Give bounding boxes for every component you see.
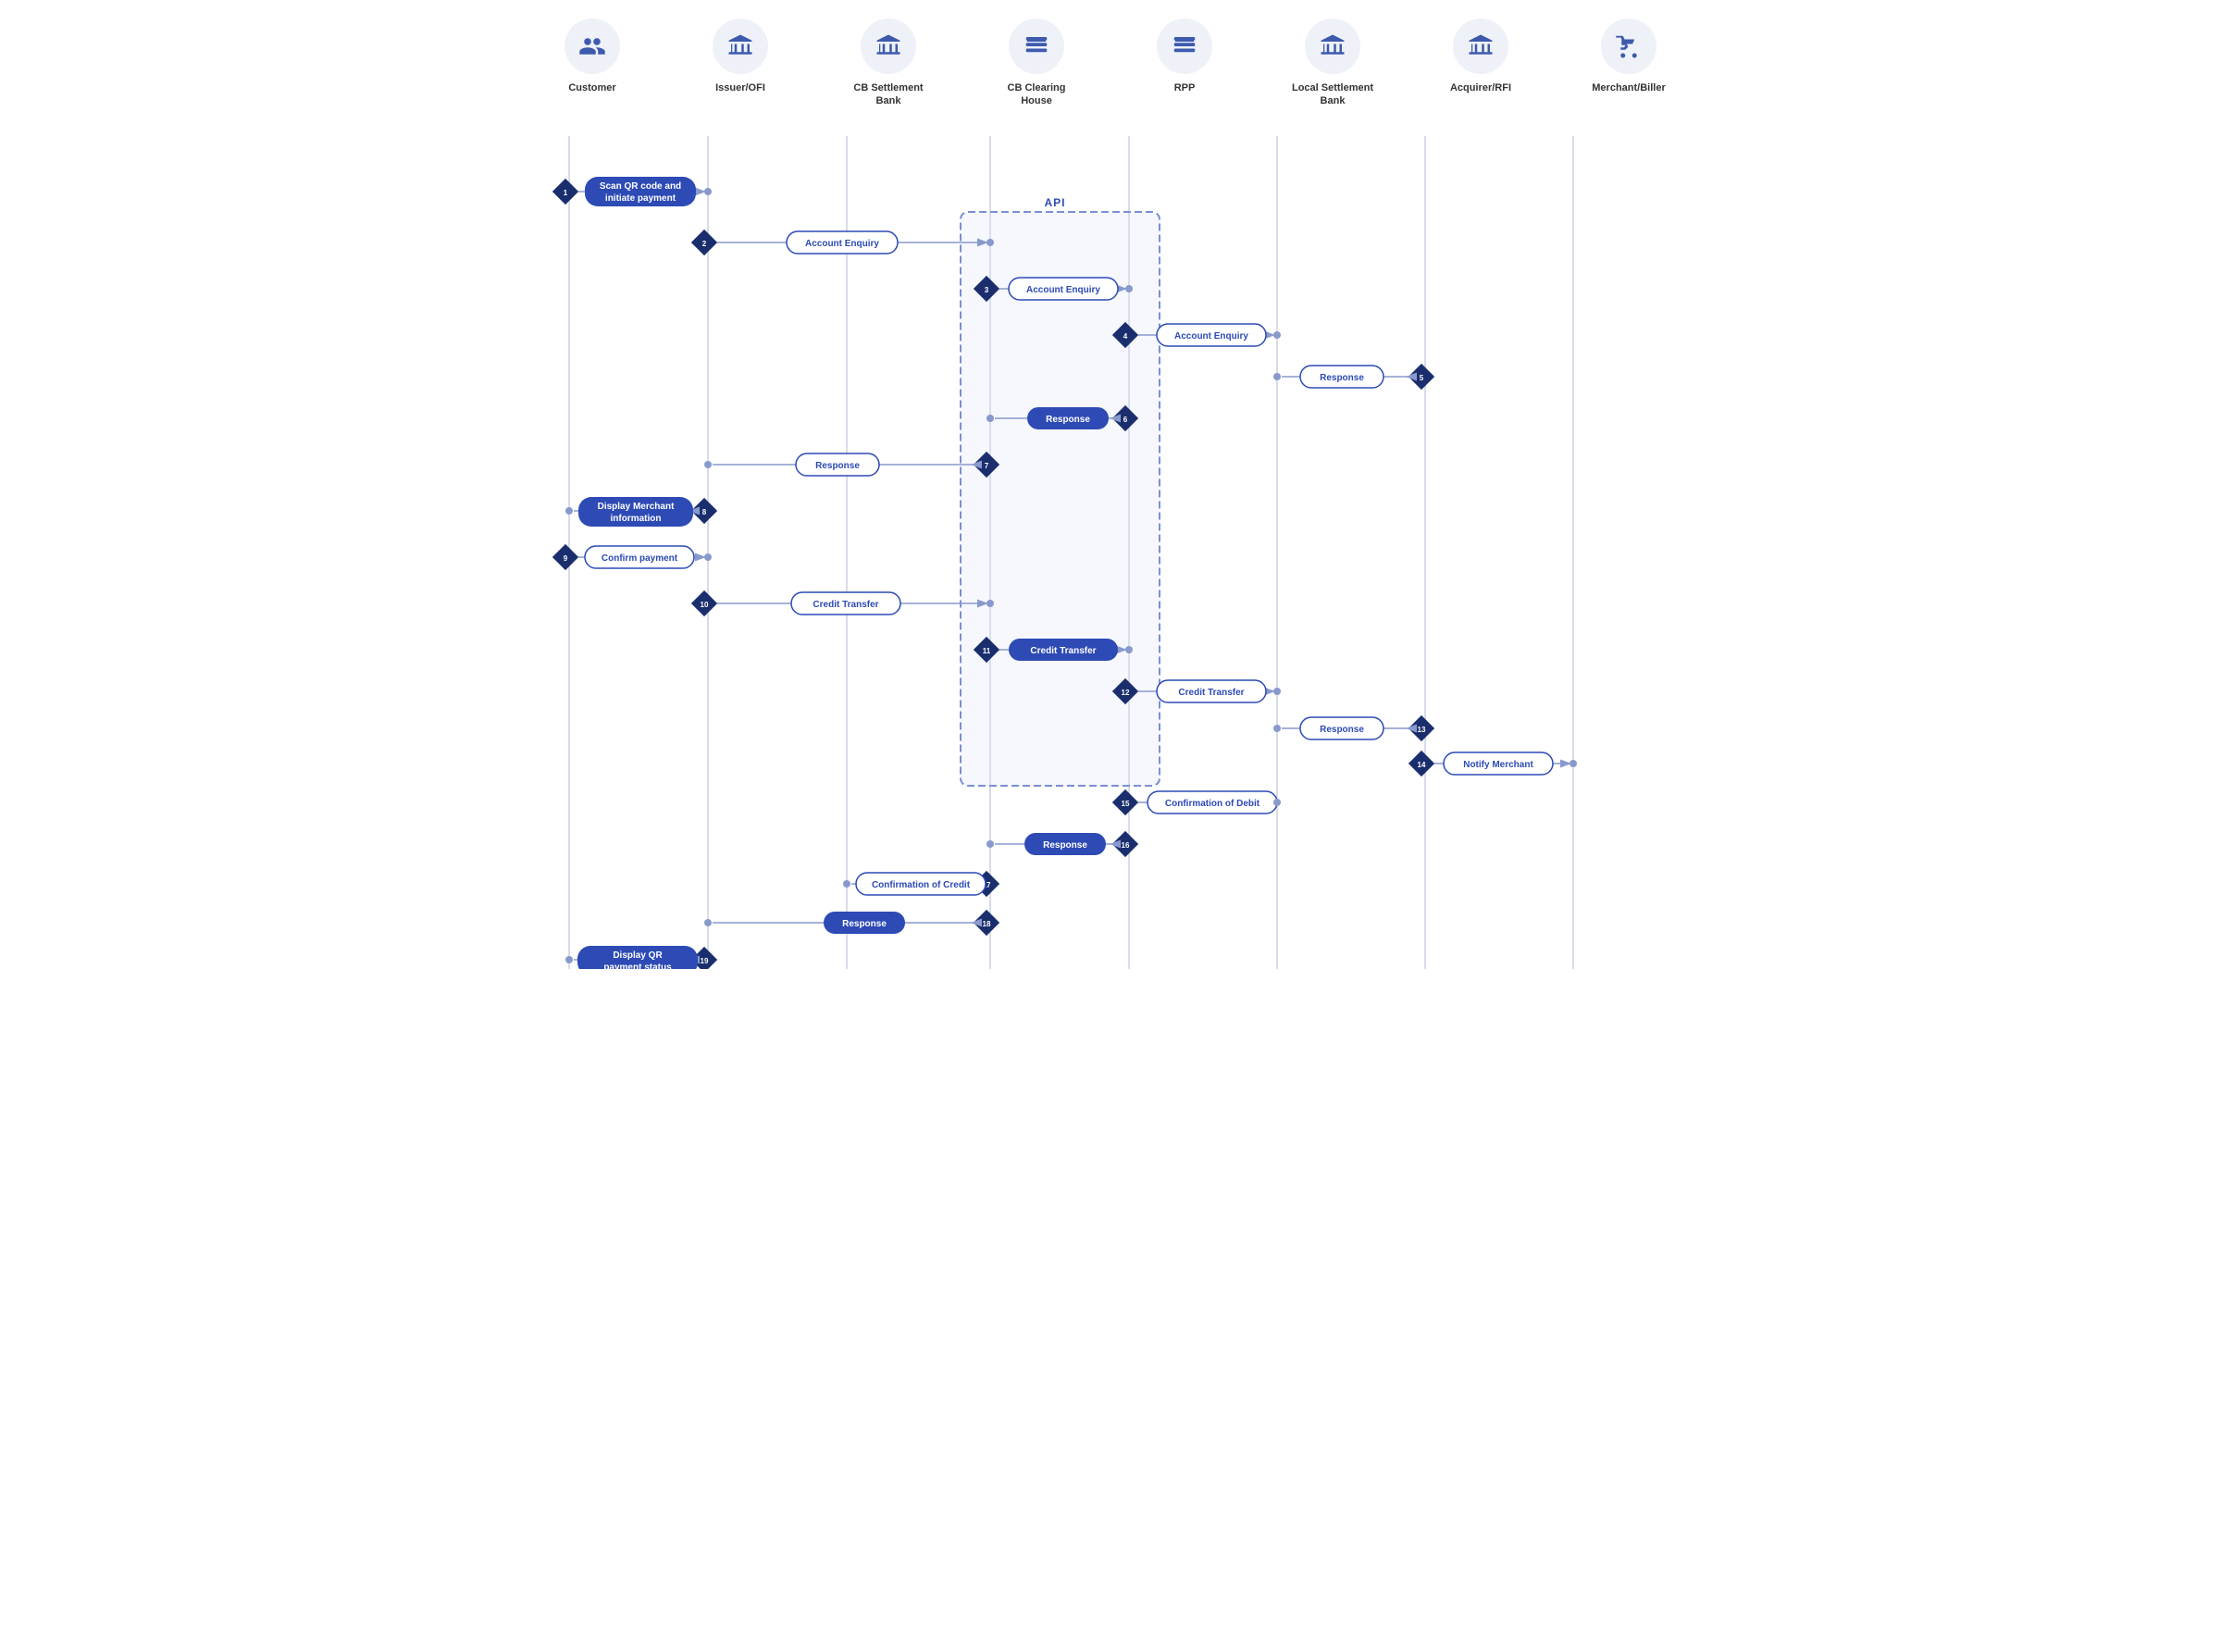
rpp-label: RPP bbox=[1174, 81, 1196, 94]
merchant-icon bbox=[1601, 19, 1656, 74]
cb-settlement-label: CB SettlementBank bbox=[853, 81, 923, 108]
customer-label: Customer bbox=[568, 81, 615, 94]
local-settlement-icon bbox=[1305, 19, 1360, 74]
svg-text:Display QR: Display QR bbox=[613, 950, 663, 961]
issuer-label: Issuer/OFI bbox=[715, 81, 765, 94]
svg-text:19: 19 bbox=[701, 957, 709, 965]
svg-text:Account Enquiry: Account Enquiry bbox=[1026, 285, 1100, 295]
actor-cb-clearing: CB ClearingHouse bbox=[981, 19, 1092, 108]
svg-text:Response: Response bbox=[842, 919, 887, 929]
svg-text:Response: Response bbox=[1043, 840, 1087, 851]
acquirer-label: Acquirer/RFI bbox=[1450, 81, 1511, 94]
svg-text:Credit Transfer: Credit Transfer bbox=[1030, 646, 1096, 656]
actor-issuer: Issuer/OFI bbox=[685, 19, 796, 94]
svg-text:Response: Response bbox=[1320, 373, 1364, 383]
svg-text:16: 16 bbox=[1122, 841, 1130, 850]
svg-text:1: 1 bbox=[564, 189, 568, 197]
svg-text:6: 6 bbox=[1123, 416, 1128, 424]
actors-row: Customer Issuer/OFI CB SettlementBank bbox=[509, 19, 1712, 108]
cb-settlement-icon bbox=[861, 19, 916, 74]
cb-clearing-label: CB ClearingHouse bbox=[1008, 81, 1066, 108]
svg-text:2: 2 bbox=[702, 240, 707, 248]
svg-text:Account Enquiry: Account Enquiry bbox=[805, 239, 879, 249]
svg-text:initiate payment: initiate payment bbox=[605, 193, 676, 204]
cb-clearing-icon bbox=[1009, 19, 1064, 74]
svg-text:11: 11 bbox=[983, 647, 991, 655]
actor-rpp: RPP bbox=[1129, 19, 1240, 94]
svg-text:8: 8 bbox=[702, 508, 707, 516]
svg-text:Credit Transfer: Credit Transfer bbox=[813, 600, 878, 610]
svg-text:payment status: payment status bbox=[603, 963, 672, 969]
svg-text:12: 12 bbox=[1122, 689, 1130, 697]
svg-text:Confirmation of Debit: Confirmation of Debit bbox=[1165, 799, 1260, 809]
actor-merchant: Merchant/Biller bbox=[1573, 19, 1684, 94]
customer-icon bbox=[565, 19, 620, 74]
svg-text:Display Merchant: Display Merchant bbox=[598, 502, 675, 512]
svg-text:Account Enquiry: Account Enquiry bbox=[1174, 331, 1248, 342]
svg-text:information: information bbox=[611, 514, 662, 524]
svg-text:14: 14 bbox=[1418, 761, 1426, 769]
svg-text:Notify Merchant: Notify Merchant bbox=[1463, 760, 1533, 770]
svg-text:13: 13 bbox=[1418, 726, 1426, 734]
local-settlement-label: Local SettlementBank bbox=[1292, 81, 1373, 108]
svg-text:Credit Transfer: Credit Transfer bbox=[1178, 688, 1244, 698]
svg-text:15: 15 bbox=[1122, 800, 1130, 808]
svg-text:Confirmation of Credit: Confirmation of Credit bbox=[872, 880, 971, 890]
svg-text:Scan QR code and: Scan QR code and bbox=[600, 181, 681, 192]
rpp-icon bbox=[1157, 19, 1212, 74]
svg-text:7: 7 bbox=[985, 462, 989, 470]
svg-text:API: API bbox=[1044, 196, 1065, 209]
svg-text:10: 10 bbox=[701, 601, 709, 609]
svg-text:5: 5 bbox=[1420, 374, 1424, 382]
issuer-icon bbox=[713, 19, 768, 74]
actor-customer: Customer bbox=[537, 19, 648, 94]
svg-text:Response: Response bbox=[1320, 725, 1364, 735]
acquirer-icon bbox=[1453, 19, 1508, 74]
svg-text:9: 9 bbox=[564, 554, 568, 563]
svg-text:Response: Response bbox=[1046, 415, 1090, 425]
diagram-container: Customer Issuer/OFI CB SettlementBank bbox=[509, 0, 1712, 992]
sequence-diagram: API 1 Scan QR code and initiate payment … bbox=[509, 136, 1712, 969]
svg-text:Response: Response bbox=[815, 461, 860, 471]
svg-text:3: 3 bbox=[985, 286, 989, 294]
actor-cb-settlement: CB SettlementBank bbox=[833, 19, 944, 108]
merchant-label: Merchant/Biller bbox=[1592, 81, 1665, 94]
svg-text:18: 18 bbox=[983, 920, 991, 928]
actor-local-settlement: Local SettlementBank bbox=[1277, 19, 1388, 108]
svg-text:4: 4 bbox=[1123, 332, 1128, 341]
svg-text:Confirm payment: Confirm payment bbox=[602, 553, 678, 564]
actor-acquirer: Acquirer/RFI bbox=[1425, 19, 1536, 94]
